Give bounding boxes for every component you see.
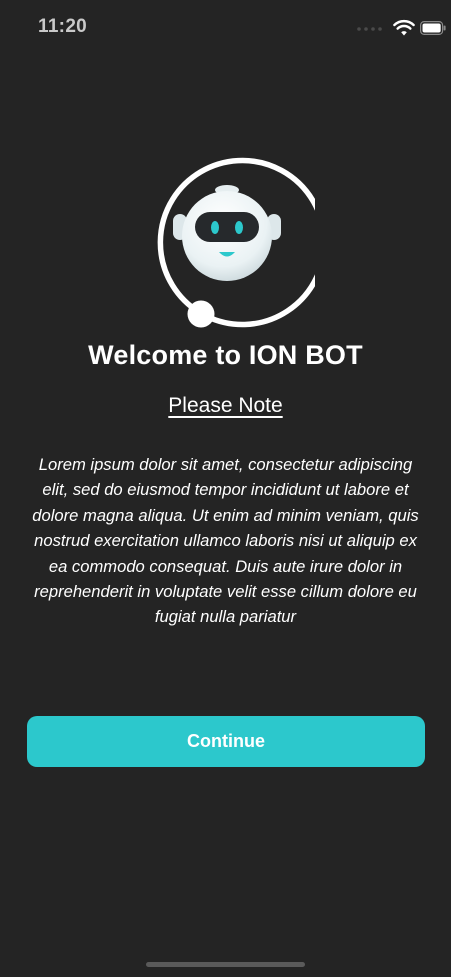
status-time: 11:20 [38, 16, 88, 37]
welcome-screen: 11:20 Welcome to ION BOT Please Note Lor… [0, 0, 451, 977]
wifi-icon [393, 19, 415, 36]
robot-logo [157, 157, 315, 328]
status-bar: 11:20 [0, 0, 451, 52]
note-heading: Please Note [168, 394, 283, 417]
page-title: Welcome to ION BOT [88, 340, 363, 370]
note-body-text: Lorem ipsum dolor sit amet, consectetur … [32, 455, 419, 627]
home-indicator[interactable] [146, 962, 305, 967]
continue-button[interactable]: Continue [27, 716, 425, 767]
battery-icon [420, 21, 446, 35]
signal-dots-icon [357, 27, 382, 31]
robot-icon [173, 185, 281, 281]
